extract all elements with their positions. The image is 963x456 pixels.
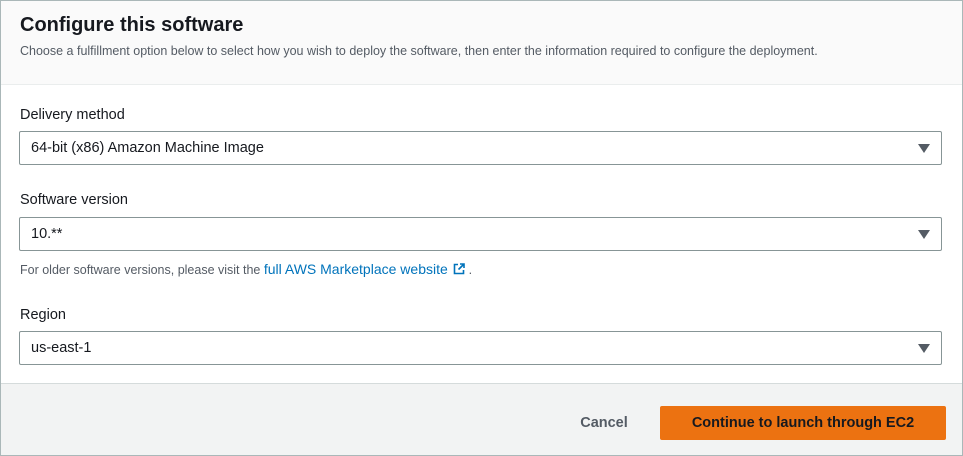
delivery-method-value: 64-bit (x86) Amazon Machine Image <box>31 140 264 156</box>
delivery-method-label: Delivery method <box>20 107 125 123</box>
region-label: Region <box>20 307 66 323</box>
software-version-hint: For older software versions, please visi… <box>20 261 472 277</box>
aws-marketplace-link-label: full AWS Marketplace website <box>263 261 448 277</box>
delivery-method-select[interactable]: 64-bit (x86) Amazon Machine Image <box>19 131 942 165</box>
panel-header: Configure this software Choose a fulfill… <box>1 1 962 85</box>
external-link-icon <box>453 263 465 275</box>
continue-to-launch-button[interactable]: Continue to launch through EC2 <box>660 406 946 440</box>
caret-down-icon <box>918 344 930 353</box>
caret-down-icon <box>918 230 930 239</box>
region-value: us-east-1 <box>31 340 92 356</box>
aws-marketplace-link[interactable]: full AWS Marketplace website <box>264 261 469 277</box>
software-version-value: 10.** <box>31 226 63 242</box>
caret-down-icon <box>918 144 930 153</box>
page-title: Configure this software <box>20 14 244 36</box>
software-version-label: Software version <box>20 192 128 208</box>
region-select[interactable]: us-east-1 <box>19 331 942 365</box>
software-version-select[interactable]: 10.** <box>19 217 942 251</box>
configure-software-panel: Configure this software Choose a fulfill… <box>0 0 963 456</box>
hint-text: For older software versions, please visi… <box>20 263 261 277</box>
cancel-button[interactable]: Cancel <box>559 406 649 440</box>
panel-footer: Cancel Continue to launch through EC2 <box>1 383 962 455</box>
hint-suffix: . <box>468 263 473 277</box>
page-description: Choose a fulfillment option below to sel… <box>20 44 818 58</box>
